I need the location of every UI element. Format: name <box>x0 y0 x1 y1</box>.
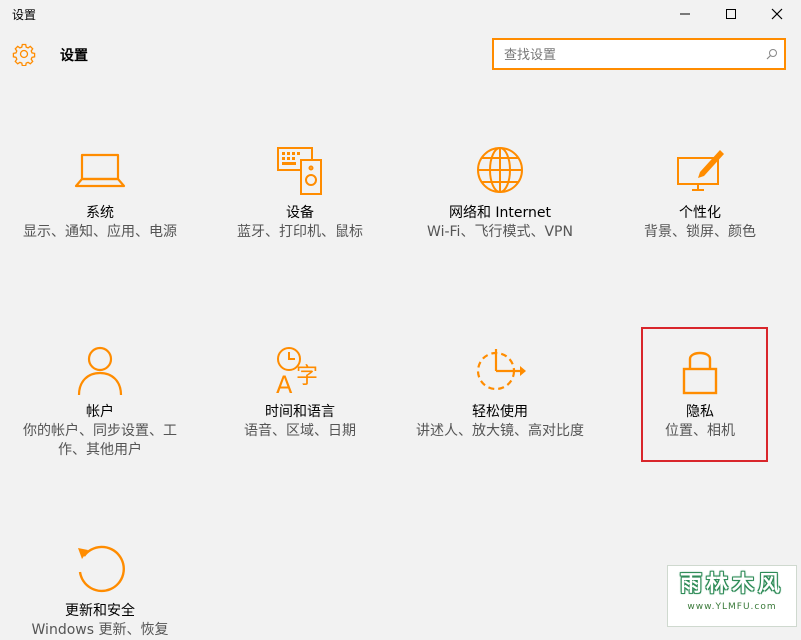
tile-update-security[interactable]: 更新和安全 Windows 更新、恢复 <box>15 544 185 640</box>
personalize-icon <box>677 150 724 191</box>
time-language-icon: A 字 <box>276 347 318 397</box>
page-title: 设置 <box>60 48 88 64</box>
tile-personalization[interactable]: 个性化 背景、锁屏、颜色 <box>615 146 785 242</box>
tile-description: 讲述人、放大镜、高对比度 <box>416 423 584 439</box>
tile-description: 显示、通知、应用、电源 <box>23 224 177 240</box>
tile-description: Windows 更新、恢复 <box>31 622 169 638</box>
svg-text:A: A <box>276 371 293 397</box>
tile-description: 背景、锁屏、颜色 <box>644 224 756 240</box>
tile-description: 你的帐户、同步设置、工作、其他用户 <box>23 423 177 458</box>
tile-devices[interactable]: 设备 蓝牙、打印机、鼠标 <box>215 146 385 242</box>
tile-network[interactable]: 网络和 Internet Wi-Fi、飞行模式、VPN <box>415 146 585 242</box>
search-box[interactable] <box>492 38 786 70</box>
watermark-title: 雨林木风 <box>679 572 784 597</box>
search-input[interactable] <box>502 40 756 70</box>
watermark-url: www.YLMFU.com <box>687 602 777 612</box>
search-icon[interactable] <box>766 48 778 60</box>
maximize-button[interactable] <box>708 0 754 28</box>
devices-icon <box>277 147 322 195</box>
minimize-button[interactable] <box>662 0 708 28</box>
tile-time-language[interactable]: A 字 时间和语言 语音、区域、日期 <box>215 345 385 441</box>
laptop-icon <box>74 153 126 188</box>
tile-description: 蓝牙、打印机、鼠标 <box>237 224 363 240</box>
tile-label: 系统 <box>86 205 114 221</box>
globe-icon <box>477 147 523 193</box>
close-button[interactable] <box>754 0 800 28</box>
tile-label: 网络和 Internet <box>448 205 552 221</box>
tile-ease-of-access[interactable]: 轻松使用 讲述人、放大镜、高对比度 <box>415 345 585 441</box>
tile-label: 个性化 <box>679 205 721 221</box>
window-title: 设置 <box>12 8 37 22</box>
ease-of-access-icon <box>476 349 526 391</box>
update-icon <box>78 545 125 593</box>
tile-label: 时间和语言 <box>265 404 335 420</box>
tile-label: 设备 <box>286 205 314 221</box>
tile-label: 轻松使用 <box>472 404 528 420</box>
watermark-logo: 雨林木风 www.YLMFU.com <box>667 565 797 627</box>
minimize-icon <box>680 13 690 15</box>
svg-text:字: 字 <box>296 364 318 389</box>
tile-description: 语音、区域、日期 <box>244 423 356 439</box>
close-icon <box>771 8 783 20</box>
person-icon <box>77 346 123 396</box>
tile-accounts[interactable]: 帐户 你的帐户、同步设置、工作、其他用户 <box>15 345 185 460</box>
maximize-icon <box>726 9 736 19</box>
tile-description: Wi-Fi、飞行模式、VPN <box>427 224 573 240</box>
tile-system[interactable]: 系统 显示、通知、应用、电源 <box>15 146 185 242</box>
tile-label: 帐户 <box>86 404 114 420</box>
gear-icon <box>12 43 36 66</box>
selection-highlight <box>641 327 768 462</box>
tile-label: 更新和安全 <box>65 603 135 619</box>
